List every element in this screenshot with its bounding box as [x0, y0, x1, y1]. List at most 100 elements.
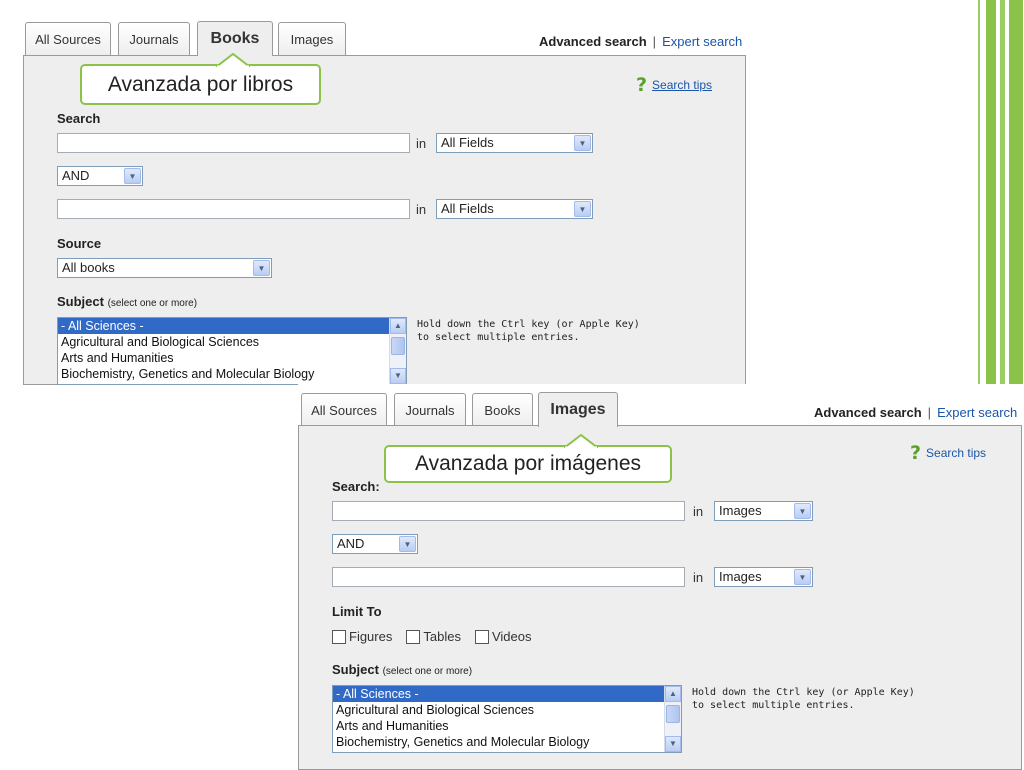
- search-input-1[interactable]: [332, 501, 685, 521]
- boolean-select-value: AND: [337, 536, 365, 551]
- field-select-1[interactable]: All Fields ▼: [436, 133, 593, 153]
- tab-books[interactable]: Books: [197, 21, 273, 56]
- expert-search-link[interactable]: Expert search: [937, 405, 1017, 420]
- search-tips-link[interactable]: Search tips: [926, 446, 986, 460]
- checkbox-label: Videos: [491, 629, 532, 644]
- list-item[interactable]: Arts and Humanities: [333, 718, 681, 734]
- field-select-2[interactable]: All Fields ▼: [436, 199, 593, 219]
- search-input-2[interactable]: [57, 199, 410, 219]
- in-label: in: [416, 202, 427, 217]
- separator: |: [652, 34, 657, 49]
- tab-all-sources[interactable]: All Sources: [25, 22, 111, 55]
- chevron-down-icon[interactable]: ▼: [665, 736, 681, 752]
- chevron-down-icon: ▼: [574, 135, 591, 151]
- tab-books[interactable]: Books: [472, 393, 533, 426]
- chevron-down-icon: ▼: [399, 536, 416, 552]
- search-tips-link[interactable]: Search tips: [652, 78, 712, 92]
- tab-images[interactable]: Images: [538, 392, 618, 427]
- search-tips: ? Search tips: [910, 442, 986, 464]
- ctrl-hint-line-2: to select multiple entries.: [417, 332, 580, 343]
- source-select[interactable]: All books ▼: [57, 258, 272, 278]
- checkbox-label: Tables: [423, 629, 461, 644]
- source-select-value: All books: [62, 260, 115, 275]
- field-select-value: Images: [719, 569, 762, 584]
- ctrl-hint-line-2: to select multiple entries.: [692, 700, 855, 711]
- chevron-down-icon[interactable]: ▼: [390, 368, 406, 384]
- ctrl-hint-line-1: Hold down the Ctrl key (or Apple Key): [417, 319, 640, 330]
- chevron-up-icon[interactable]: ▲: [665, 686, 681, 702]
- limit-to-options: Figures Tables Videos: [332, 629, 545, 644]
- scrollbar-thumb[interactable]: [666, 705, 680, 723]
- ctrl-key-hint: Hold down the Ctrl key (or Apple Key) to…: [692, 686, 915, 712]
- books-tab-bar: All Sources Journals Books Images Advanc…: [23, 21, 746, 56]
- checkbox-label: Figures: [349, 629, 393, 644]
- subject-label: Subject (select one or more): [57, 294, 197, 309]
- images-search-panel: All Sources Journals Books Images Advanc…: [298, 384, 1024, 770]
- separator: |: [927, 405, 932, 420]
- scrollbar-thumb[interactable]: [391, 337, 405, 355]
- subject-label-text: Subject: [57, 294, 104, 309]
- chevron-down-icon: ▼: [574, 201, 591, 217]
- list-item[interactable]: Arts and Humanities: [58, 350, 406, 366]
- subject-label: Subject (select one or more): [332, 662, 472, 677]
- limit-figures[interactable]: Figures: [332, 629, 392, 644]
- list-item[interactable]: - All Sciences -: [333, 686, 681, 702]
- subject-label-text: Subject: [332, 662, 379, 677]
- chevron-down-icon: ▼: [794, 503, 811, 519]
- search-label: Search: [57, 111, 101, 126]
- checkbox[interactable]: [474, 629, 489, 644]
- list-item[interactable]: Agricultural and Biological Sciences: [333, 702, 681, 718]
- tab-all-sources[interactable]: All Sources: [301, 393, 387, 426]
- limit-videos[interactable]: Videos: [474, 629, 532, 644]
- callout-pointer: [216, 53, 250, 67]
- field-select-value: Images: [719, 503, 762, 518]
- chevron-up-icon[interactable]: ▲: [390, 318, 406, 334]
- images-callout: Avanzada por imágenes: [384, 434, 672, 483]
- field-select-value: All Fields: [441, 201, 494, 216]
- boolean-select-value: AND: [62, 168, 90, 183]
- tab-journals[interactable]: Journals: [394, 393, 466, 426]
- in-label: in: [693, 504, 704, 519]
- field-select-2[interactable]: Images ▼: [714, 567, 813, 587]
- callout-text: Avanzada por imágenes: [414, 452, 642, 475]
- field-select-1[interactable]: Images ▼: [714, 501, 813, 521]
- list-item[interactable]: Agricultural and Biological Sciences: [58, 334, 406, 350]
- limit-to-label: Limit To: [332, 604, 382, 619]
- in-label: in: [416, 136, 427, 151]
- advanced-search-link[interactable]: Advanced search: [539, 34, 647, 49]
- ctrl-hint-line-1: Hold down the Ctrl key (or Apple Key): [692, 687, 915, 698]
- source-label: Source: [57, 236, 102, 251]
- ctrl-key-hint: Hold down the Ctrl key (or Apple Key) to…: [417, 318, 640, 344]
- images-tab-bar: All Sources Journals Books Images Advanc…: [298, 392, 1024, 427]
- search-tips: ? Search tips: [636, 74, 712, 96]
- subject-listbox[interactable]: - All Sciences - Agricultural and Biolog…: [332, 685, 682, 753]
- chevron-down-icon: ▼: [794, 569, 811, 585]
- help-icon: ?: [910, 442, 922, 464]
- search-mode-links: Advanced search | Expert search: [814, 405, 1017, 420]
- checkbox[interactable]: [406, 629, 421, 644]
- listbox-scrollbar[interactable]: ▲ ▼: [664, 686, 681, 752]
- subject-listbox[interactable]: - All Sciences - Agricultural and Biolog…: [57, 317, 407, 385]
- tab-journals[interactable]: Journals: [118, 22, 190, 55]
- advanced-search-link[interactable]: Advanced search: [814, 405, 922, 420]
- search-label: Search:: [332, 479, 380, 494]
- search-mode-links: Advanced search | Expert search: [539, 34, 742, 49]
- tab-images[interactable]: Images: [278, 22, 346, 55]
- boolean-select[interactable]: AND ▼: [57, 166, 143, 186]
- limit-tables[interactable]: Tables: [406, 629, 461, 644]
- search-input-2[interactable]: [332, 567, 685, 587]
- help-icon: ?: [636, 74, 648, 96]
- boolean-select[interactable]: AND ▼: [332, 534, 418, 554]
- subject-hint: (select one or more): [107, 298, 198, 309]
- search-input-1[interactable]: [57, 133, 410, 153]
- list-item[interactable]: - All Sciences -: [58, 318, 406, 334]
- field-select-value: All Fields: [441, 135, 494, 150]
- chevron-down-icon: ▼: [124, 168, 141, 184]
- callout-pointer: [564, 434, 598, 448]
- list-item[interactable]: Biochemistry, Genetics and Molecular Bio…: [58, 366, 406, 382]
- books-callout: Avanzada por libros: [80, 53, 321, 105]
- checkbox[interactable]: [332, 629, 346, 644]
- listbox-scrollbar[interactable]: ▲ ▼: [389, 318, 406, 384]
- expert-search-link[interactable]: Expert search: [662, 34, 742, 49]
- list-item[interactable]: Biochemistry, Genetics and Molecular Bio…: [333, 734, 681, 750]
